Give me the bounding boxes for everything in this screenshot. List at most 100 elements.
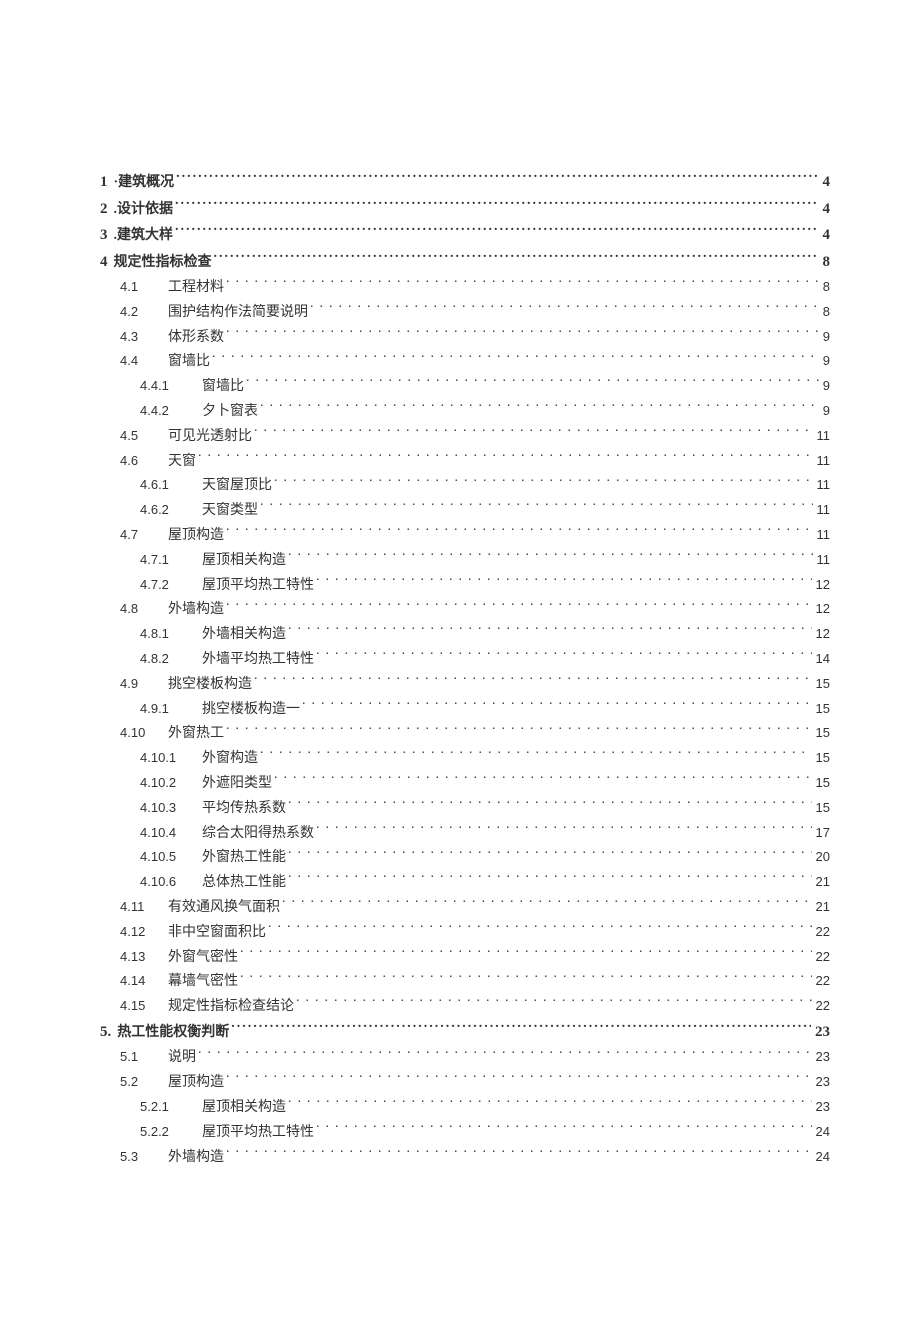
toc-leader-dots (288, 624, 812, 638)
toc-entry-title: 外窗热工性能 (202, 846, 286, 870)
toc-entry-page: 14 (814, 648, 830, 670)
toc-entry-page: 12 (814, 574, 830, 596)
toc-entry-page: 4 (821, 223, 831, 249)
toc-entry[interactable]: 4.10.3平均传热系数15 (100, 797, 830, 821)
toc-entry[interactable]: 4.3体形系数9 (100, 326, 830, 350)
toc-entry[interactable]: 4.5可见光透射比11 (100, 425, 830, 449)
toc-entry[interactable]: 4.6.2天窗类型11 (100, 499, 830, 523)
toc-entry[interactable]: 4.6天窗11 (100, 450, 830, 474)
toc-entry-title: 挑空楼板构造 (168, 673, 252, 697)
toc-entry[interactable]: 4.4.1窗墙比9 (100, 375, 830, 399)
toc-leader-dots (254, 674, 812, 688)
toc-leader-dots (288, 872, 812, 886)
toc-leader-dots (226, 599, 812, 613)
toc-entry[interactable]: 4.9.1挑空楼板构造一15 (100, 698, 830, 722)
toc-entry[interactable]: 1·建筑概况 4 (100, 170, 830, 196)
toc-entry-page: 23 (814, 1046, 830, 1068)
toc-entry-title: 屋顶构造 (168, 524, 224, 548)
toc-entry-number: 4.2 (120, 301, 168, 323)
toc-entry[interactable]: 3.建筑大样4 (100, 223, 830, 249)
toc-entry[interactable]: 4.1工程材料8 (100, 276, 830, 300)
toc-entry[interactable]: 2.设计依据4 (100, 197, 830, 223)
toc-entry-title: 外墙平均热工特性 (202, 648, 314, 672)
toc-entry[interactable]: 5.3外墙构造24 (100, 1146, 830, 1170)
toc-entry-number: 4.14 (120, 970, 168, 992)
toc-entry-title: 外窗热工 (168, 722, 224, 746)
toc-leader-dots (212, 351, 819, 365)
toc-entry-page: 22 (814, 921, 830, 943)
toc-entry[interactable]: 4.15规定性指标检查结论22 (100, 995, 830, 1019)
toc-entry[interactable]: 4.10.6总体热工性能21 (100, 871, 830, 895)
toc-leader-dots (240, 947, 812, 961)
toc-entry-number: 4.6 (120, 450, 168, 472)
toc-entry-number: 4.5 (120, 425, 168, 447)
toc-entry[interactable]: 4.8.2外墙平均热工特性 14 (100, 648, 830, 672)
toc-entry-number: 4.10.3 (140, 797, 202, 819)
toc-entry-title: 可见光透射比 (168, 425, 252, 449)
toc-entry[interactable]: 4.11有效通风换气面积21 (100, 896, 830, 920)
toc-entry-page: 23 (814, 1071, 830, 1093)
toc-entry-page: 11 (815, 474, 831, 496)
toc-entry-number: 5.2.2 (140, 1121, 202, 1143)
toc-leader-dots (274, 475, 813, 489)
toc-entry-page: 17 (814, 822, 830, 844)
toc-leader-dots (282, 897, 812, 911)
toc-entry-number: 5.2.1 (140, 1096, 202, 1118)
toc-entry[interactable]: 4.12非中空窗面积比22 (100, 921, 830, 945)
toc-entry-title: ·建筑概况 (114, 171, 175, 195)
toc-entry[interactable]: 4.13外窗气密性22 (100, 946, 830, 970)
toc-entry-title: 窗墙比 (168, 350, 210, 374)
toc-entry[interactable]: 5.2.1屋顶相关构造23 (100, 1096, 830, 1120)
toc-entry-page: 15 (814, 747, 830, 769)
toc-entry[interactable]: 4.4.2夕卜窗表9 (100, 400, 830, 424)
toc-entry-page: 4 (821, 170, 831, 196)
toc-entry-title: 工程材料 (168, 276, 224, 300)
toc-entry[interactable]: 5.热工性能权衡判断23 (100, 1020, 830, 1046)
toc-entry[interactable]: 4.14幕墙气密性22 (100, 970, 830, 994)
toc-entry-title: 天窗类型 (202, 499, 258, 523)
toc-entry-number: 4.10.5 (140, 846, 202, 868)
toc-entry[interactable]: 4.7屋顶构造11 (100, 524, 830, 548)
toc-entry[interactable]: 5.2.2屋顶平均热工特性24 (100, 1121, 830, 1145)
toc-entry-page: 12 (814, 623, 830, 645)
toc-entry-number: 4.8.2 (140, 648, 202, 670)
toc-entry[interactable]: 4规定性指标检查8 (100, 250, 830, 276)
toc-entry[interactable]: 4.10.1外窗构造15 (100, 747, 830, 771)
toc-entry-page: 24 (814, 1146, 830, 1168)
toc-leader-dots (296, 996, 812, 1010)
toc-entry[interactable]: 5.1说明23 (100, 1046, 830, 1070)
toc-entry[interactable]: 4.8外墙构造12 (100, 598, 830, 622)
toc-entry-number: 4.10.2 (140, 772, 202, 794)
toc-leader-dots (302, 699, 812, 713)
toc-entry-page: 4 (821, 197, 831, 223)
toc-leader-dots (260, 401, 819, 415)
toc-entry-number: 1 (100, 170, 114, 196)
toc-entry-number: 4.3 (120, 326, 168, 348)
toc-entry-title: 外墙构造 (168, 598, 224, 622)
toc-entry-title: 外窗构造 (202, 747, 258, 771)
toc-entry-number: 4.7.2 (140, 574, 202, 596)
toc-entry[interactable]: 4.10外窗热工15 (100, 722, 830, 746)
toc-leader-dots (316, 1122, 812, 1136)
toc-entry-title: 外窗气密性 (168, 946, 238, 970)
toc-entry-page: 22 (814, 946, 830, 968)
toc-entry[interactable]: 4.10.4综合太阳得热系数17 (100, 822, 830, 846)
toc-entry-page: 22 (814, 970, 830, 992)
toc-entry[interactable]: 4.4窗墙比9 (100, 350, 830, 374)
toc-entry-number: 4.15 (120, 995, 168, 1017)
toc-entry[interactable]: 4.2围护结构作法简要说明8 (100, 301, 830, 325)
toc-leader-dots (288, 1097, 812, 1111)
toc-leader-dots (254, 426, 813, 440)
toc-entry[interactable]: 4.10.5外窗热工性能20 (100, 846, 830, 870)
toc-entry-number: 4.11 (120, 896, 168, 918)
toc-entry[interactable]: 5.2屋顶构造23 (100, 1071, 830, 1095)
toc-entry-title: 挑空楼板构造一 (202, 698, 300, 722)
toc-entry-page: 11 (815, 499, 831, 521)
toc-entry[interactable]: 4.7.1屋顶相关构造11 (100, 549, 830, 573)
toc-entry[interactable]: 4.8.1外墙相关构造12 (100, 623, 830, 647)
toc-entry[interactable]: 4.10.2外遮阳类型15 (100, 772, 830, 796)
toc-entry[interactable]: 4.9挑空楼板构造15 (100, 673, 830, 697)
toc-entry[interactable]: 4.7.2屋顶平均热工特性12 (100, 574, 830, 598)
toc-entry-page: 12 (814, 598, 830, 620)
toc-entry[interactable]: 4.6.1天窗屋顶比11 (100, 474, 830, 498)
